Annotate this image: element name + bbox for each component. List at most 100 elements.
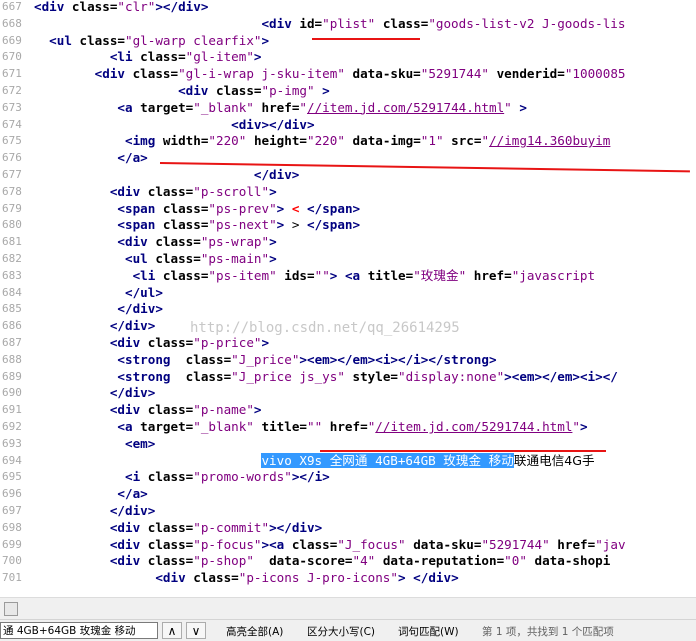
code-token: "ps-main" <box>200 251 270 266</box>
line-number: 686 <box>2 319 22 333</box>
code-token: " <box>572 419 581 434</box>
line-code: <div class="gl-i-wrap j-sku-item" data-s… <box>34 65 626 82</box>
code-token: > <box>261 32 270 48</box>
code-token: " <box>504 99 512 115</box>
code-token: <div <box>261 15 300 31</box>
annotation-underline-plist <box>312 38 420 40</box>
code-token: ><em></em><i></ <box>504 368 618 384</box>
line-code: </div> <box>34 166 300 183</box>
code-token[interactable]: //item.jd.com/5291744.html <box>375 419 572 434</box>
annotation-underline-name <box>320 450 606 452</box>
code-token: <a <box>344 267 368 283</box>
whole-word-toggle[interactable]: 词句匹配(W) <box>398 624 459 639</box>
code-token: class= <box>185 351 232 367</box>
find-next-button[interactable]: ∨ <box>186 622 206 639</box>
code-line: 680 <span class="ps-next"> > </span> <box>0 216 696 233</box>
line-number: 673 <box>2 100 22 114</box>
source-editor[interactable]: 667 <div class="clr"></div> 668 <div id="p… <box>0 0 696 597</box>
code-token[interactable]: //img14.360buyim <box>489 133 610 148</box>
code-token: > <box>261 335 270 350</box>
code-token: "ps-wrap" <box>200 234 270 250</box>
code-token: "p-shop" <box>193 553 254 569</box>
line-number: 701 <box>2 571 22 585</box>
code-token: "javascript <box>511 267 596 283</box>
code-line: 676 </a> <box>0 149 696 166</box>
horizontal-scrollbar[interactable] <box>0 597 696 620</box>
code-token: " <box>299 99 308 115</box>
find-input[interactable]: 通 4GB+64GB 玫瑰金 移动 <box>0 622 158 639</box>
line-code: <div class="p-commit"></div> <box>34 519 322 536</box>
code-line: 701 <div class="p-icons J-pro-icons"> </… <box>0 569 696 586</box>
find-previous-button[interactable]: ∧ <box>162 622 182 639</box>
code-token: src= <box>451 133 482 149</box>
code-token: "4" <box>352 553 376 569</box>
code-token: > <box>397 570 406 586</box>
line-code: </a> <box>34 485 147 502</box>
code-line: 691 <div class="p-name"> <box>0 401 696 418</box>
code-line: 690 </div> <box>0 384 696 401</box>
line-code: <div class="p-focus"><a class="J_focus" … <box>34 536 626 553</box>
line-number: 693 <box>2 436 22 450</box>
line-code: </div> <box>34 384 156 401</box>
code-token: "0" <box>504 553 527 569</box>
code-token[interactable]: //item.jd.com/5291744.html <box>307 100 504 115</box>
code-line: 689 <strong class="J_price js_ys" style=… <box>0 368 696 385</box>
code-line: 673 <a target="_blank" href="//item.jd.c… <box>0 99 696 116</box>
code-token: href= <box>329 419 368 434</box>
code-line: 667 <div class="clr"></div> <box>0 0 696 15</box>
code-token: </div> <box>109 503 156 518</box>
line-number: 689 <box>2 369 22 383</box>
code-token: class= <box>185 368 232 384</box>
code-line: 696 </a> <box>0 485 696 502</box>
code-token: "220" <box>307 133 345 149</box>
code-token: "玫瑰金" <box>413 267 467 283</box>
line-code: <ul class="gl-warp clearfix"> <box>34 32 269 49</box>
code-token: <a <box>117 99 141 115</box>
code-token: "220" <box>208 133 247 149</box>
code-token: "gl-i-wrap j-sku-item" <box>178 66 345 82</box>
line-number: 675 <box>2 134 22 148</box>
code-token: "p-scroll" <box>193 183 270 199</box>
chevron-down-icon: ∨ <box>191 624 201 638</box>
code-token: "jav <box>595 536 626 552</box>
line-number: 679 <box>2 201 22 215</box>
line-code: <div class="p-shop" data-score="4" data-… <box>34 552 611 569</box>
code-token: title= <box>367 267 414 283</box>
code-line: 672 <div class="p-img" > <box>0 82 696 99</box>
code-token: class= <box>147 335 194 350</box>
code-token: class= <box>147 553 194 569</box>
code-token: height= <box>253 133 308 149</box>
match-case-toggle[interactable]: 区分大小写(C) <box>307 624 375 639</box>
line-code: </div> <box>34 502 156 519</box>
line-code: <div class="clr"></div> <box>34 0 208 15</box>
code-token: ></div> <box>155 0 209 14</box>
code-token: "p-name" <box>193 402 254 418</box>
highlight-all-toggle[interactable]: 高亮全部(A) <box>226 624 283 639</box>
chevron-up-icon: ∧ <box>167 624 177 638</box>
line-code: <li class="ps-item" ids=""> <a title="玫瑰… <box>34 267 596 284</box>
code-token: > <box>253 402 262 418</box>
scrollbar-thumb[interactable] <box>4 602 18 616</box>
code-token: class= <box>193 570 239 586</box>
line-number: 667 <box>2 0 22 13</box>
code-token: ></i> <box>291 469 330 485</box>
line-code: <li class="gl-item"> <box>34 48 262 65</box>
